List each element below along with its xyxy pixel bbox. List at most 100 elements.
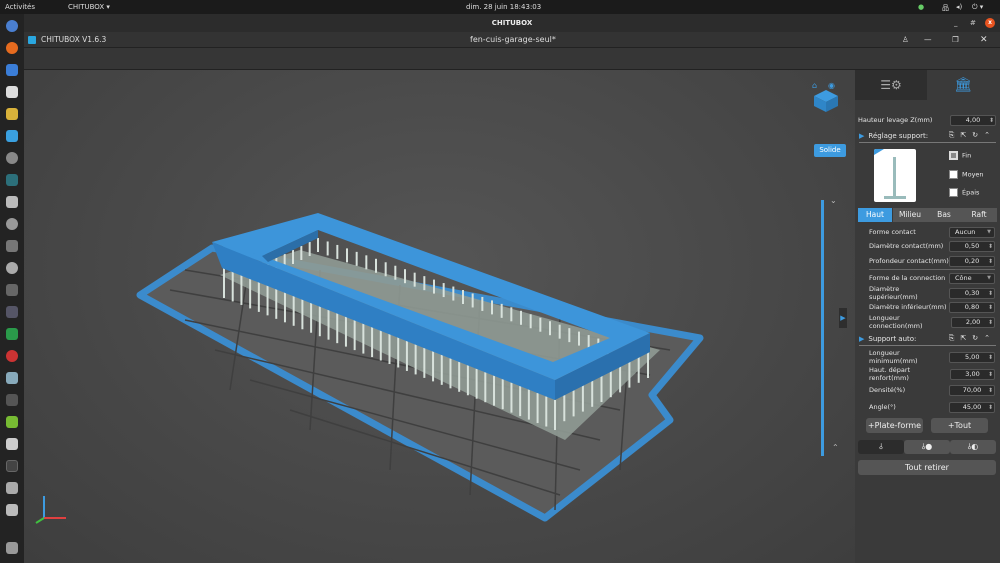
tab-raft[interactable]: Raft bbox=[961, 208, 997, 222]
settings-gear-icon: ☰⚙ bbox=[880, 78, 902, 92]
user-icon[interactable]: ♙ bbox=[902, 32, 909, 48]
add-all-supports-button[interactable]: +Tout bbox=[931, 418, 988, 433]
system-top-bar: Activités CHITUBOX ▾ dim. 28 juin 18:43:… bbox=[0, 0, 1000, 14]
minimize-icon[interactable]: _ bbox=[954, 14, 958, 32]
file-name: fen-cuis-garage-seul* bbox=[470, 35, 556, 44]
chromium-icon[interactable] bbox=[6, 20, 18, 32]
app-icon[interactable] bbox=[6, 240, 18, 252]
svg-text:◉: ◉ bbox=[828, 81, 835, 90]
layer-down-icon[interactable]: ⌃ bbox=[832, 443, 839, 452]
field-label: Profondeur contact(mm) bbox=[869, 257, 949, 265]
files-icon[interactable] bbox=[6, 86, 18, 98]
dock bbox=[0, 14, 24, 563]
connection-length-input[interactable]: 2,00 bbox=[951, 316, 995, 328]
lift-height-label: Hauteur levage Z(mm) bbox=[858, 116, 933, 124]
brace-start-height-input[interactable]: 3,00 bbox=[950, 368, 995, 380]
show-apps-icon[interactable] bbox=[6, 542, 18, 554]
support-columns-icon: 🏛 bbox=[954, 77, 972, 93]
toolbar bbox=[24, 48, 1000, 70]
field-label: Diamètre supérieur(mm) bbox=[869, 285, 918, 301]
field-label: Haut. départ renfort(mm) bbox=[869, 366, 911, 382]
app-name: CHITUBOX V1.6.3 bbox=[41, 35, 107, 44]
support-icon: ▶ bbox=[859, 334, 865, 343]
volume-icon[interactable]: ◂) bbox=[956, 3, 962, 11]
app-icon[interactable] bbox=[6, 152, 18, 164]
minimize-icon[interactable]: — bbox=[924, 32, 932, 48]
preset-fin[interactable]: Fin bbox=[949, 151, 971, 160]
field-label: Forme de la connection bbox=[869, 274, 946, 282]
window-titlebar: CHITUBOX _ # x bbox=[24, 14, 1000, 32]
shield-icon[interactable]: ● bbox=[918, 3, 924, 11]
lift-height-input[interactable]: 4,00 bbox=[950, 114, 996, 126]
restore-icon[interactable]: ❐ bbox=[952, 32, 959, 48]
tab-haut[interactable]: Haut bbox=[858, 208, 892, 222]
preset-epais[interactable]: Épais bbox=[949, 188, 979, 197]
app-icon[interactable] bbox=[6, 328, 18, 340]
field-label: Longueur minimum(mm) bbox=[869, 349, 918, 365]
3d-viewport[interactable]: ⌂ ◉ Solide ⌄ ⌃ ▶ bbox=[24, 70, 855, 563]
app-icon[interactable] bbox=[6, 174, 18, 186]
add-platform-supports-button[interactable]: +Plate-forme bbox=[866, 418, 923, 433]
render-mode-button[interactable]: Solide bbox=[814, 144, 846, 157]
support-icon: ▶ bbox=[859, 131, 865, 140]
chitubox-dock-icon[interactable] bbox=[6, 460, 18, 472]
network-icon[interactable]: 品 bbox=[942, 3, 949, 13]
layer-up-icon[interactable]: ⌄ bbox=[830, 196, 837, 205]
tab-bas[interactable]: Bas bbox=[927, 208, 961, 222]
app-icon[interactable] bbox=[6, 372, 18, 384]
connection-shape-select[interactable]: Cône bbox=[949, 272, 995, 284]
app-icon[interactable] bbox=[6, 284, 18, 296]
expand-panel-icon[interactable]: ▶ bbox=[839, 308, 847, 328]
app-icon[interactable] bbox=[6, 108, 18, 120]
clock[interactable]: dim. 28 juin 18:43:03 bbox=[466, 3, 541, 11]
app-menu[interactable]: CHITUBOX ▾ bbox=[68, 3, 110, 11]
contact-diameter-input[interactable]: 0,50 bbox=[949, 240, 995, 252]
upper-diameter-input[interactable]: 0,30 bbox=[949, 287, 995, 299]
angle-input[interactable]: 45,00 bbox=[949, 401, 995, 413]
remove-all-supports-button[interactable]: Tout retirer bbox=[858, 460, 996, 475]
app-icon[interactable] bbox=[6, 306, 18, 318]
app-icon[interactable] bbox=[6, 262, 18, 274]
close-icon[interactable]: ✕ bbox=[980, 32, 988, 48]
support-tool-3-icon[interactable]: ⫰◐ bbox=[950, 440, 996, 454]
tab-milieu[interactable]: Milieu bbox=[893, 208, 927, 222]
preset-moyen[interactable]: Moyen bbox=[949, 170, 984, 179]
svg-text:⌂: ⌂ bbox=[812, 81, 817, 90]
field-label: Densité(%) bbox=[869, 386, 906, 394]
close-button[interactable]: x bbox=[985, 18, 995, 28]
auto-support-label: Support auto: bbox=[868, 334, 917, 343]
writer-icon[interactable] bbox=[6, 130, 18, 142]
min-length-input[interactable]: 5,00 bbox=[949, 351, 995, 363]
support-tool-2-icon[interactable]: ⫰● bbox=[904, 440, 950, 454]
thunderbird-icon[interactable] bbox=[6, 64, 18, 76]
activities-button[interactable]: Activités bbox=[5, 3, 35, 11]
power-icon[interactable]: ⏻ ▾ bbox=[972, 3, 983, 12]
maximize-icon[interactable]: # bbox=[970, 14, 976, 32]
view-cube-icon[interactable]: ⌂ ◉ bbox=[810, 80, 842, 112]
app-icon[interactable] bbox=[6, 438, 18, 450]
field-label: Diamètre contact(mm) bbox=[869, 242, 944, 250]
section-actions[interactable]: ⎘⇱↻⌃ bbox=[949, 334, 996, 343]
field-label: Diamètre inférieur(mm) bbox=[869, 303, 947, 311]
app-icon[interactable] bbox=[6, 350, 18, 362]
app-icon[interactable] bbox=[6, 504, 18, 516]
app-icon[interactable] bbox=[6, 394, 18, 406]
trash-icon[interactable] bbox=[6, 482, 18, 494]
app-titlebar: CHITUBOX V1.6.3 fen-cuis-garage-seul* ♙ … bbox=[24, 32, 1000, 48]
contact-depth-input[interactable]: 0,20 bbox=[949, 255, 995, 267]
density-input[interactable]: 70,00 bbox=[949, 384, 995, 396]
firefox-icon[interactable] bbox=[6, 42, 18, 54]
lower-diameter-input[interactable]: 0,80 bbox=[949, 301, 995, 313]
section-actions[interactable]: ⎘⇱↻⌃ bbox=[949, 131, 996, 140]
support-tool-1-icon[interactable]: ⫰ bbox=[858, 440, 904, 454]
contact-shape-select[interactable]: Aucun bbox=[949, 226, 995, 238]
layer-slider[interactable] bbox=[821, 200, 824, 456]
support-settings-header: ▶ Réglage support: ⎘⇱↻⌃ bbox=[859, 129, 996, 143]
auto-support-header: ▶ Support auto: ⎘⇱↻⌃ bbox=[859, 332, 996, 346]
tab-settings[interactable]: ☰⚙ bbox=[855, 70, 927, 100]
app-icon[interactable] bbox=[6, 218, 18, 230]
window-title: CHITUBOX bbox=[491, 19, 533, 27]
app-icon[interactable] bbox=[6, 196, 18, 208]
tab-supports[interactable]: 🏛 bbox=[927, 70, 999, 100]
android-icon[interactable] bbox=[6, 416, 18, 428]
